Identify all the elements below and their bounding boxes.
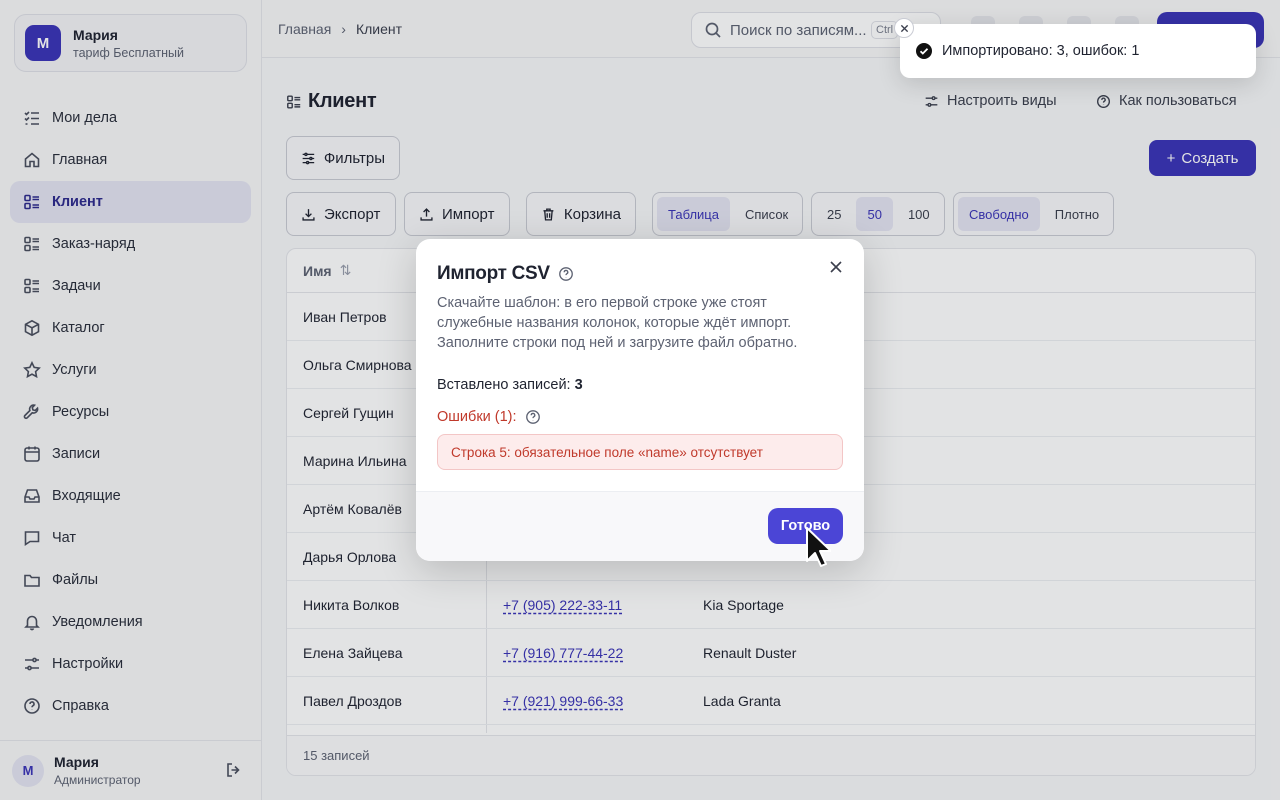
help-icon[interactable] (558, 266, 574, 282)
close-icon[interactable] (828, 259, 844, 275)
mouse-cursor-icon (806, 527, 831, 567)
toast-message: Импортировано: 3, ошибок: 1 (942, 43, 1140, 59)
errors-label: Ошибки (1): (437, 409, 517, 425)
inserted-count: Вставлено записей: 3 (437, 377, 583, 393)
inserted-label: Вставлено записей: (437, 377, 571, 393)
help-icon[interactable] (525, 409, 541, 425)
error-message: Строка 5: обязательное поле «name» отсут… (437, 434, 843, 470)
dialog-title-text: Импорт CSV (437, 263, 550, 284)
dialog-title: Импорт CSV (437, 263, 574, 285)
dialog-footer: Готово (416, 491, 864, 561)
inserted-value: 3 (574, 377, 583, 393)
toast-notification: Импортировано: 3, ошибок: 1 (894, 18, 1256, 78)
check-circle-icon (916, 43, 932, 59)
dialog-description: Скачайте шаблон: в его первой строке уже… (437, 295, 798, 351)
import-csv-dialog: Импорт CSV Скачайте шаблон: в его первой… (416, 239, 864, 561)
toast-close-button[interactable] (894, 18, 914, 38)
close-icon (900, 24, 908, 32)
errors-heading: Ошибки (1): (437, 409, 541, 425)
